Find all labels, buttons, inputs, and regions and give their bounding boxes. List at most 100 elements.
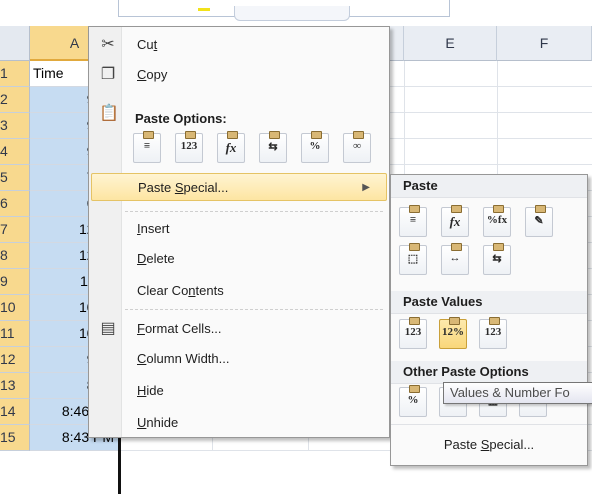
submenu-arrow-icon: ▶ <box>362 182 370 193</box>
icon-glyph: ↔ <box>449 252 461 264</box>
clipboard-clip <box>489 317 500 325</box>
icon-glyph: ⇆ <box>268 141 278 153</box>
paste-special-submenu: Paste ≡ fx %fx ✎ ⬚ ↔ ⇆ Paste Values 123 12% 123… <box>390 174 588 466</box>
menu-item-delete-label: Delete <box>137 251 175 266</box>
copy-icon: ❐ <box>100 66 116 83</box>
paste-row-2: ⬚ ↔ ⇆ <box>399 243 579 277</box>
row-header[interactable]: 10 <box>0 295 30 321</box>
menu-item-clear-contents-label: Clear Contents <box>137 283 224 298</box>
values-number-formatting-icon[interactable]: 12% <box>439 317 467 349</box>
clipboard-clip <box>409 317 420 325</box>
menu-item-copy-label: Copy <box>137 67 168 82</box>
icon-glyph: ≡ <box>409 214 417 226</box>
clipboard-clip <box>449 317 460 325</box>
paste-icon[interactable]: ≡ <box>399 205 427 237</box>
ribbon-dropdown-tab[interactable] <box>234 6 350 21</box>
menu-separator <box>125 309 383 311</box>
paste-link-icon[interactable]: ∞ <box>343 131 371 163</box>
icon-glyph: ⇆ <box>492 253 502 265</box>
menu-item-format-cells[interactable]: ▤ Format Cells... <box>91 315 387 343</box>
clipboard-clip <box>409 243 420 251</box>
gridline <box>497 139 498 165</box>
row-header[interactable]: 7 <box>0 217 30 243</box>
keep-column-widths-icon[interactable]: ↔ <box>441 243 469 275</box>
submenu-paste-special-item[interactable]: Paste Special... <box>391 424 587 465</box>
menu-item-hide-label: Hide <box>137 383 164 398</box>
paste-icon[interactable]: ≡ <box>133 131 161 163</box>
clipboard-clip <box>269 131 280 139</box>
other-paste-options-heading: Other Paste Options <box>391 361 587 384</box>
gridline <box>404 139 405 165</box>
format-cells-icon: ▤ <box>100 320 116 337</box>
clipboard-clip <box>493 205 504 213</box>
menu-item-column-width[interactable]: Column Width... <box>91 345 387 373</box>
icon-glyph: fx <box>449 214 461 229</box>
row-header[interactable]: 15 <box>0 425 30 451</box>
submenu-paste-special-label: Paste Special... <box>443 437 535 452</box>
no-borders-icon[interactable]: ⬚ <box>399 243 427 275</box>
icon-glyph: ✎ <box>534 215 544 227</box>
icon-glyph: fx <box>225 140 237 155</box>
clipboard-clip <box>451 243 462 251</box>
row-header[interactable]: 11 <box>0 321 30 347</box>
menu-item-hide[interactable]: Hide <box>91 377 387 405</box>
icon-glyph: ≡ <box>143 140 151 152</box>
paste-section-heading: Paste <box>391 175 587 198</box>
clipboard-icon: 📋 <box>99 105 119 122</box>
gridline <box>497 113 498 139</box>
scissors-icon: ✂ <box>101 36 115 53</box>
row-header[interactable]: 2 <box>0 87 30 113</box>
values-icon[interactable]: 123 <box>399 317 427 349</box>
paste-formatting-icon[interactable]: % <box>301 131 329 163</box>
column-header-f[interactable]: F <box>497 26 592 61</box>
row-header[interactable]: 8 <box>0 243 30 269</box>
transpose-icon[interactable]: ⇆ <box>259 131 287 163</box>
menu-item-delete[interactable]: Delete <box>91 245 387 273</box>
menu-item-copy[interactable]: ❐ Copy <box>91 61 387 89</box>
icon-glyph: %fx <box>486 214 508 226</box>
clipboard-clip <box>409 205 420 213</box>
menu-item-format-cells-label: Format Cells... <box>137 321 222 336</box>
paste-options-row: ≡ 123 fx ⇆% ∞ <box>133 131 383 165</box>
column-header-e[interactable]: E <box>404 26 497 61</box>
paste-row-1: ≡ fx %fx ✎ <box>399 205 579 239</box>
row-header[interactable]: 12 <box>0 347 30 373</box>
paste-formulas-icon[interactable]: fx <box>217 131 245 163</box>
row-header[interactable]: 5 <box>0 165 30 191</box>
menu-item-clear-contents[interactable]: Clear Contents <box>91 277 387 305</box>
values-source-formatting-icon[interactable]: 123 <box>479 317 507 349</box>
formatting-icon[interactable]: % <box>399 385 427 417</box>
gridline <box>497 87 498 113</box>
row-header[interactable]: 1 <box>0 61 30 87</box>
paste-formulas-icon[interactable]: fx <box>441 205 469 237</box>
menu-item-column-width-label: Column Width... <box>137 351 230 366</box>
menu-item-paste-special[interactable]: Paste Special... ▶ <box>91 173 387 201</box>
gridline <box>497 61 498 87</box>
transpose-icon[interactable]: ⇆ <box>483 243 511 275</box>
paste-values-row: 123 12% 123 <box>399 317 579 351</box>
tooltip: Values & Number Fo <box>443 382 592 404</box>
row-header[interactable]: 13 <box>0 373 30 399</box>
formulas-number-formatting-icon[interactable]: %fx <box>483 205 511 237</box>
row-header[interactable]: 9 <box>0 269 30 295</box>
menu-item-unhide[interactable]: Unhide <box>91 409 387 437</box>
menu-separator <box>125 211 383 213</box>
gridline <box>404 61 405 87</box>
row-header[interactable]: 14 <box>0 399 30 425</box>
menu-item-cut[interactable]: ✂ Cut <box>91 31 387 59</box>
row-header[interactable]: 3 <box>0 113 30 139</box>
icon-glyph: ∞ <box>353 140 361 152</box>
clipboard-clip <box>227 131 238 139</box>
gridline <box>404 113 405 139</box>
keep-source-formatting-icon[interactable]: ✎ <box>525 205 553 237</box>
menu-item-insert[interactable]: Insert <box>91 215 387 243</box>
select-all-corner[interactable] <box>0 26 30 61</box>
row-header[interactable]: 4 <box>0 139 30 165</box>
row-header[interactable]: 6 <box>0 191 30 217</box>
menu-item-unhide-label: Unhide <box>137 415 179 430</box>
clipboard-clip <box>493 243 504 251</box>
paste-values-icon[interactable]: 123 <box>175 131 203 163</box>
clipboard-clip <box>143 131 154 139</box>
clipboard-clip <box>311 131 322 139</box>
font-color-swatch <box>198 8 210 11</box>
